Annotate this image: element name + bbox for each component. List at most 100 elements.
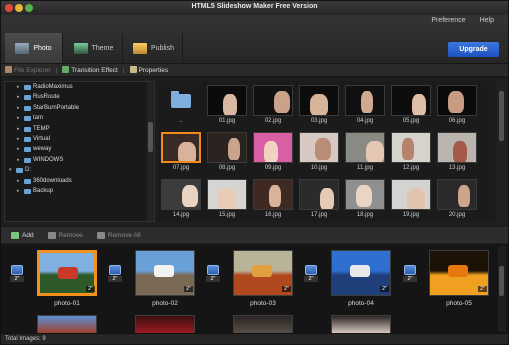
image-thumbnail[interactable]: 03.jpg	[299, 85, 339, 126]
storyboard-slide-partial[interactable]	[331, 315, 391, 333]
tree-item[interactable]: ▾ D:	[5, 165, 154, 175]
image-thumbnail[interactable]: 01.jpg	[207, 85, 247, 126]
image-thumbnail[interactable]: 02.jpg	[253, 85, 293, 126]
image-thumbnail[interactable]: 11.jpg	[345, 132, 385, 173]
transition-marker[interactable]: 2"	[108, 265, 122, 282]
tree-item[interactable]: ▸ tam	[5, 113, 154, 123]
tab-theme[interactable]: Theme	[65, 33, 123, 63]
properties-button[interactable]: Properties	[129, 66, 168, 74]
chevron-right-icon[interactable]: ▸	[17, 82, 20, 92]
thumbnail-image[interactable]	[391, 85, 431, 116]
chevron-right-icon[interactable]: ▸	[17, 155, 20, 165]
grid-scrollbar[interactable]	[497, 81, 506, 222]
add-button[interactable]: Add	[8, 231, 37, 240]
image-thumbnail[interactable]: 15.jpg	[207, 179, 247, 220]
thumbnail-image[interactable]	[437, 85, 477, 116]
transition-marker[interactable]: 2"	[304, 265, 318, 282]
thumbnail-image[interactable]	[299, 179, 339, 210]
thumbnail-image[interactable]	[391, 179, 431, 210]
storyboard-slide[interactable]: 2" photo-04	[331, 250, 391, 310]
image-thumbnail[interactable]: 13.jpg	[437, 132, 477, 173]
thumbnail-image[interactable]	[437, 179, 477, 210]
thumbnail-image[interactable]	[207, 85, 247, 116]
thumbnail-image[interactable]	[299, 85, 339, 116]
tree-item[interactable]: ▸ Backup	[5, 186, 154, 196]
tree-item[interactable]: ▸ StarBurnPortable	[5, 103, 154, 113]
thumbnail-image[interactable]	[253, 85, 293, 116]
thumbnail-image[interactable]	[161, 85, 201, 116]
image-thumbnail[interactable]: 04.jpg	[345, 85, 385, 126]
image-thumbnail[interactable]: 05.jpg	[391, 85, 431, 126]
thumbnail-image[interactable]	[437, 132, 477, 163]
image-thumbnail[interactable]: 08.jpg	[207, 132, 247, 173]
thumbnail-image[interactable]	[345, 179, 385, 210]
storyboard-slide-partial[interactable]	[135, 315, 195, 333]
image-thumbnail[interactable]: 12.jpg	[391, 132, 431, 173]
tree-item[interactable]: ▸ TEMP	[5, 124, 154, 134]
slide-duration[interactable]: 2"	[477, 286, 487, 292]
chevron-right-icon[interactable]: ▸	[17, 92, 20, 102]
chevron-right-icon[interactable]: ▸	[17, 124, 20, 134]
thumbnail-image[interactable]	[161, 179, 201, 210]
storyboard-slide-partial[interactable]	[37, 315, 97, 333]
tree-item[interactable]: ▸ RusRoute	[5, 92, 154, 102]
chevron-right-icon[interactable]: ▸	[17, 113, 20, 123]
storyboard-slide-partial[interactable]	[233, 315, 293, 333]
chevron-right-icon[interactable]: ▸	[17, 186, 20, 196]
storyboard-slide[interactable]: 2" photo-01	[37, 250, 97, 310]
storyboard-slide[interactable]: 2" photo-05	[429, 250, 489, 310]
thumbnail-image[interactable]	[207, 179, 247, 210]
thumbnail-image[interactable]	[253, 132, 293, 163]
image-thumbnail[interactable]: 19.jpg	[391, 179, 431, 220]
menu-help[interactable]: Help	[480, 17, 494, 24]
chevron-right-icon[interactable]: ▸	[17, 144, 20, 154]
thumbnail-image[interactable]	[345, 132, 385, 163]
parent-folder-item[interactable]: ..	[161, 85, 201, 126]
slide-duration[interactable]: 2"	[183, 286, 193, 292]
tree-item[interactable]: ▸ WINDOWS	[5, 155, 154, 165]
tree-item[interactable]: ▸ 360downloads	[5, 176, 154, 186]
chevron-right-icon[interactable]: ▸	[17, 134, 20, 144]
transition-effect-button[interactable]: Transition Effect	[62, 66, 118, 74]
remove-button[interactable]: Remove	[45, 231, 86, 240]
menu-preference[interactable]: Preference	[431, 17, 465, 24]
transition-marker[interactable]: 2"	[10, 265, 24, 282]
tree-item[interactable]: ▸ Virtual	[5, 134, 154, 144]
image-thumbnail[interactable]: 14.jpg	[161, 179, 201, 220]
thumbnail-image[interactable]	[391, 132, 431, 163]
folder-tree[interactable]: ▸ RadioMaximus ▸ RusRoute ▸ StarBurnPortable ▸…	[4, 81, 155, 222]
image-thumbnail[interactable]: 09.jpg	[253, 132, 293, 173]
transition-marker[interactable]: 2"	[403, 265, 417, 282]
image-thumbnail[interactable]: 10.jpg	[299, 132, 339, 173]
image-thumbnail[interactable]: 06.jpg	[437, 85, 477, 126]
image-thumbnail[interactable]: 17.jpg	[299, 179, 339, 220]
grid-scroll-thumb[interactable]	[499, 91, 504, 141]
thumbnail-image[interactable]	[161, 132, 201, 163]
tree-item[interactable]: ▸ weway	[5, 144, 154, 154]
file-explorer-button[interactable]: File Explorer	[5, 66, 50, 74]
image-thumbnail[interactable]: 18.jpg	[345, 179, 385, 220]
upgrade-button[interactable]: Upgrade	[448, 42, 499, 57]
thumbnail-image[interactable]	[253, 179, 293, 210]
slide-duration[interactable]: 2"	[281, 286, 291, 292]
storyboard-scroll-thumb[interactable]	[499, 266, 504, 296]
image-thumbnail[interactable]: 16.jpg	[253, 179, 293, 220]
thumbnail-image[interactable]	[345, 85, 385, 116]
slide-duration[interactable]: 2"	[85, 286, 95, 292]
thumbnail-image[interactable]	[299, 132, 339, 163]
thumbnail-image[interactable]	[207, 132, 247, 163]
storyboard-slide[interactable]: 2" photo-02	[135, 250, 195, 310]
chevron-right-icon[interactable]: ▸	[17, 176, 20, 186]
storyboard-slide[interactable]: 2" photo-03	[233, 250, 293, 310]
image-thumbnail[interactable]: 20.jpg	[437, 179, 477, 220]
remove-all-button[interactable]: Remove All	[94, 231, 144, 240]
tree-item[interactable]: ▸ RadioMaximus	[5, 82, 154, 92]
transition-marker[interactable]: 2"	[206, 265, 220, 282]
tab-photo[interactable]: Photo	[5, 33, 63, 63]
tab-publish[interactable]: Publish	[125, 33, 183, 63]
chevron-right-icon[interactable]: ▸	[17, 103, 20, 113]
image-thumbnail[interactable]: 07.jpg	[161, 132, 201, 173]
slide-duration[interactable]: 2"	[379, 286, 389, 292]
chevron-down-icon[interactable]: ▾	[9, 165, 12, 175]
storyboard-scrollbar[interactable]	[498, 246, 506, 331]
